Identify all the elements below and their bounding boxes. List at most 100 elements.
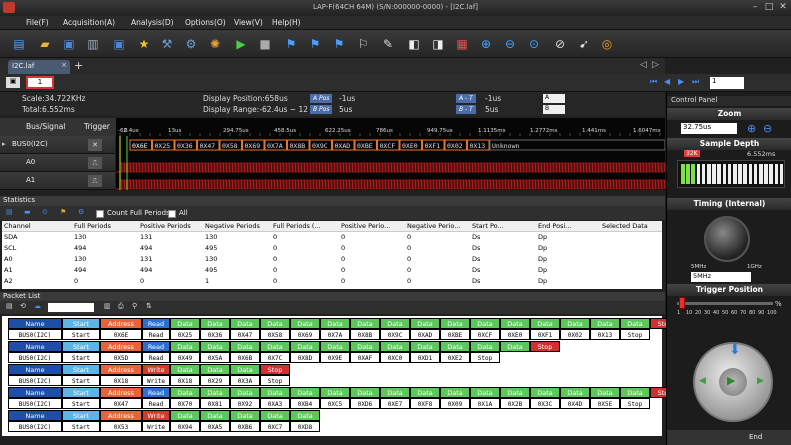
print-icon[interactable]: ▥ xyxy=(84,35,102,53)
expand-icon[interactable]: ▸ xyxy=(2,140,6,148)
nav-prev-icon[interactable]: ◀ xyxy=(664,77,670,86)
cursor-a-select[interactable]: A xyxy=(543,94,565,103)
print-icon[interactable]: ⎙ xyxy=(118,302,124,311)
tab-close-icon[interactable]: × xyxy=(61,61,67,69)
statistics-row[interactable]: SCL 494 494 495 0 0 0 Ds Dp xyxy=(2,243,662,254)
table-cell: 130 xyxy=(74,233,87,241)
table-cell: Dp xyxy=(538,255,548,263)
b-t-button[interactable]: B - T xyxy=(456,105,476,114)
arrow-down-icon[interactable]: ⬇ xyxy=(729,342,741,358)
list-view-icon[interactable]: ▥ xyxy=(104,302,111,310)
frequency-knob[interactable] xyxy=(704,216,750,262)
calendar-icon[interactable]: ▦ xyxy=(453,35,471,53)
signal-row-bus0[interactable]: ▸ BUS0(I2C) ✕ xyxy=(0,136,115,154)
statistics-row[interactable]: A2 0 0 1 0 0 0 Ds Dp xyxy=(2,276,662,287)
find-icon[interactable]: ⚲ xyxy=(132,302,137,310)
a-pos-button[interactable]: A Pos xyxy=(310,94,333,103)
menu-help[interactable]: Help(H) xyxy=(272,18,301,27)
trigger-x-icon[interactable]: ✕ xyxy=(88,139,102,151)
gear-icon[interactable]: ✺ xyxy=(206,35,224,53)
menu-analysis[interactable]: Analysis(D) xyxy=(131,18,174,27)
menu-view[interactable]: View(V) xyxy=(234,18,263,27)
column-header: Negative Perio... xyxy=(407,222,461,230)
search-icon[interactable]: ⊙ xyxy=(42,208,48,216)
a-t-button[interactable]: A - T xyxy=(456,94,476,103)
trigger-position-slider[interactable] xyxy=(678,297,685,309)
play-icon[interactable]: ▶ xyxy=(727,374,735,387)
cursor-t-icon[interactable]: ⚑ xyxy=(330,35,348,53)
tab-scroll-right-icon[interactable]: ▷ xyxy=(652,60,659,70)
nav-first-icon[interactable]: ⏮ xyxy=(650,77,657,87)
save-as-icon[interactable]: ▣ xyxy=(110,35,128,53)
nav-last-icon[interactable]: ⏭ xyxy=(692,77,699,87)
refresh-icon[interactable]: ⟲ xyxy=(20,302,26,310)
brush-icon[interactable]: ✎ xyxy=(379,35,397,53)
bus-icon[interactable]: ◧ xyxy=(405,35,423,53)
settings-icon[interactable]: ⚙ xyxy=(78,208,84,216)
probe-settings-icon[interactable]: ⚒ xyxy=(158,35,176,53)
zoom-in-icon[interactable]: ⊕ xyxy=(747,122,756,135)
maximize-icon[interactable]: □ xyxy=(762,2,776,13)
statistics-row[interactable]: A0 130 131 130 0 0 0 Ds Dp xyxy=(2,254,662,265)
flag-icon[interactable]: ⚑ xyxy=(60,208,66,216)
statistics-row[interactable]: SDA 130 131 130 0 0 0 Ds Dp xyxy=(2,232,662,243)
new-file-icon[interactable]: ▤ xyxy=(10,35,28,53)
minimize-icon[interactable]: – xyxy=(748,2,762,13)
cursor-b-icon[interactable]: ⚑ xyxy=(306,35,324,53)
zoom-out-icon[interactable]: ⊖ xyxy=(501,35,519,53)
packet-field-header: Data xyxy=(590,318,620,329)
packet-field-value: 0X47 xyxy=(230,329,260,340)
sort-icon[interactable]: ⇅ xyxy=(146,302,152,310)
zoom-fit-icon[interactable]: ⊙ xyxy=(525,35,543,53)
menu-acquisition[interactable]: Acquisition(A) xyxy=(63,18,115,27)
pointer-icon[interactable]: ➹ xyxy=(575,35,593,53)
marker-icon[interactable]: ⚐ xyxy=(354,35,372,53)
packet-search-input[interactable] xyxy=(48,303,94,312)
filter-icon[interactable]: ▬ xyxy=(24,208,31,216)
favorite-star-icon[interactable]: ★ xyxy=(135,35,153,53)
trigger-position-track[interactable] xyxy=(677,302,773,305)
statistics-row[interactable]: A1 494 494 495 0 0 0 Ds Dp xyxy=(2,265,662,276)
cursor-b-select[interactable]: B xyxy=(543,105,565,114)
nav-page-field[interactable]: 1 xyxy=(710,77,744,89)
trigger-edge-icon[interactable]: ⎍ xyxy=(88,175,102,187)
add-tab-icon[interactable]: + xyxy=(74,59,83,72)
waveform-area[interactable]: -62.4us 0 13us 294.75us 458.5us 622.25us 786us… xyxy=(116,118,665,190)
arrow-left-icon[interactable]: ◀ xyxy=(699,376,706,386)
b-pos-button[interactable]: B Pos xyxy=(310,105,333,114)
cloud-icon[interactable]: ☁ xyxy=(34,302,41,310)
frequency-select[interactable]: 5MHz xyxy=(691,272,751,282)
nav-next-icon[interactable]: ▶ xyxy=(678,77,684,86)
menu-options[interactable]: Options(O) xyxy=(185,18,226,27)
donut-icon[interactable]: ◎ xyxy=(598,35,616,53)
all-checkbox[interactable] xyxy=(168,210,176,218)
export-icon[interactable]: ▤ xyxy=(6,208,13,216)
cursor-a-icon[interactable]: ⚑ xyxy=(282,35,300,53)
zoom-out-icon[interactable]: ⊖ xyxy=(763,122,772,135)
table-cell: 0 xyxy=(273,266,278,274)
channel-settings-icon[interactable]: ⚙ xyxy=(182,35,200,53)
menu-file[interactable]: File(F) xyxy=(26,18,49,27)
zoom-select[interactable]: 32.75us xyxy=(681,123,737,134)
run-icon[interactable]: ▶ xyxy=(232,35,250,53)
save-icon[interactable]: ▣ xyxy=(60,35,78,53)
page-icon[interactable]: ▣ xyxy=(6,77,20,88)
arrow-right-icon[interactable]: ▶ xyxy=(757,376,764,386)
packet-list[interactable]: Name BUS0(I2C) Start Start Address 0X6E Read Re… xyxy=(2,316,680,436)
zoom-in-icon[interactable]: ⊕ xyxy=(477,35,495,53)
stop-icon[interactable]: ■ xyxy=(256,35,274,53)
signal-row-a1[interactable]: A1 ⎍ xyxy=(0,172,115,190)
open-folder-icon[interactable]: ▰ xyxy=(36,35,54,53)
lasso-icon[interactable]: ⊘ xyxy=(551,35,569,53)
trigger-edge-icon[interactable]: ⎍ xyxy=(88,157,102,169)
signal-row-a0[interactable]: A0 ⎍ xyxy=(0,154,115,172)
packet-field-header: Write xyxy=(142,364,170,375)
tab-i2c[interactable]: I2C.laf × xyxy=(8,60,70,74)
page-number-input[interactable]: 1 xyxy=(26,76,54,89)
tab-scroll-left-icon[interactable]: ◁ xyxy=(640,60,647,70)
export-icon[interactable]: ▤ xyxy=(6,302,13,310)
protocol-icon[interactable]: ◨ xyxy=(429,35,447,53)
count-full-checkbox[interactable] xyxy=(96,210,104,218)
close-icon[interactable]: ✕ xyxy=(776,2,790,13)
sample-depth-slider[interactable] xyxy=(677,160,785,188)
